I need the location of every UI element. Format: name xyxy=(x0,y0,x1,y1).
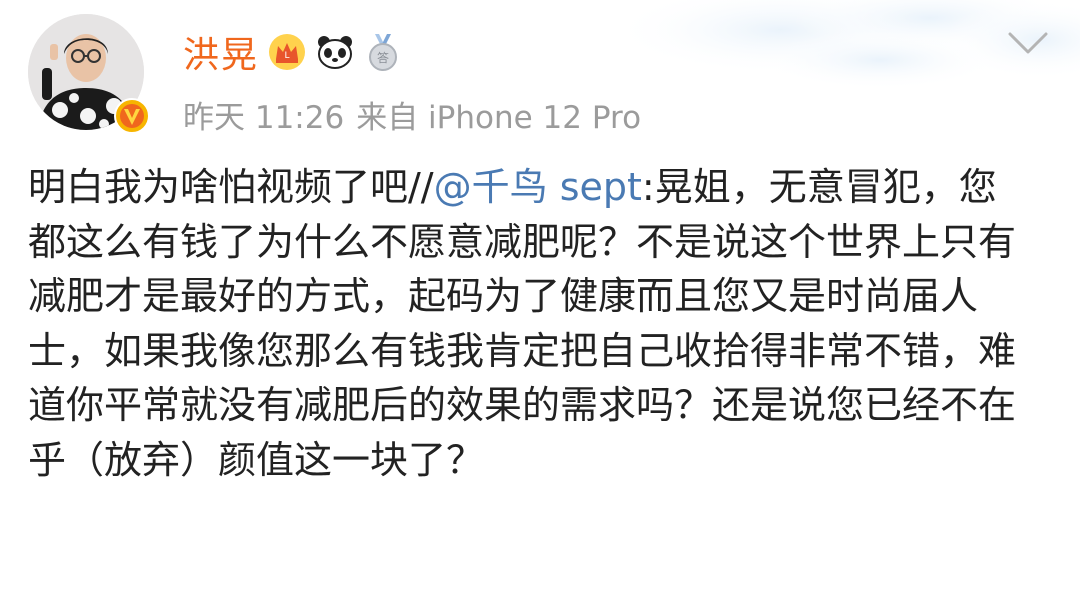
user-name[interactable]: 洪晃 xyxy=(183,26,259,78)
svg-text:L: L xyxy=(285,51,290,61)
svg-text:答: 答 xyxy=(377,50,389,65)
mention-link[interactable]: @千鸟 sept xyxy=(434,165,642,209)
v-verified-icon xyxy=(114,98,150,134)
post-text: 明白我为啥怕视频了吧//@千鸟 sept:晃姐，无意冒犯，您都这么有钱了为什么不… xyxy=(28,160,1028,487)
post-meta: 昨天 11:26 来自 iPhone 12 Pro xyxy=(183,92,641,137)
post-text-quote: :晃姐，无意冒犯，您都这么有钱了为什么不愿意减肥呢？不是说这个世界上只有减肥才是… xyxy=(28,165,1017,482)
avatar-container[interactable] xyxy=(28,14,152,138)
post-source: 来自 iPhone 12 Pro xyxy=(356,100,642,136)
post-text-intro: 明白我为啥怕视频了吧// xyxy=(28,165,434,209)
panda-icon xyxy=(318,36,353,69)
post-time: 昨天 11:26 xyxy=(183,100,345,136)
medal-icon: 答 xyxy=(369,34,398,71)
user-header: 洪晃 L 答 xyxy=(183,25,403,79)
crown-icon: L xyxy=(269,34,306,70)
chevron-down-icon[interactable] xyxy=(1006,28,1050,58)
